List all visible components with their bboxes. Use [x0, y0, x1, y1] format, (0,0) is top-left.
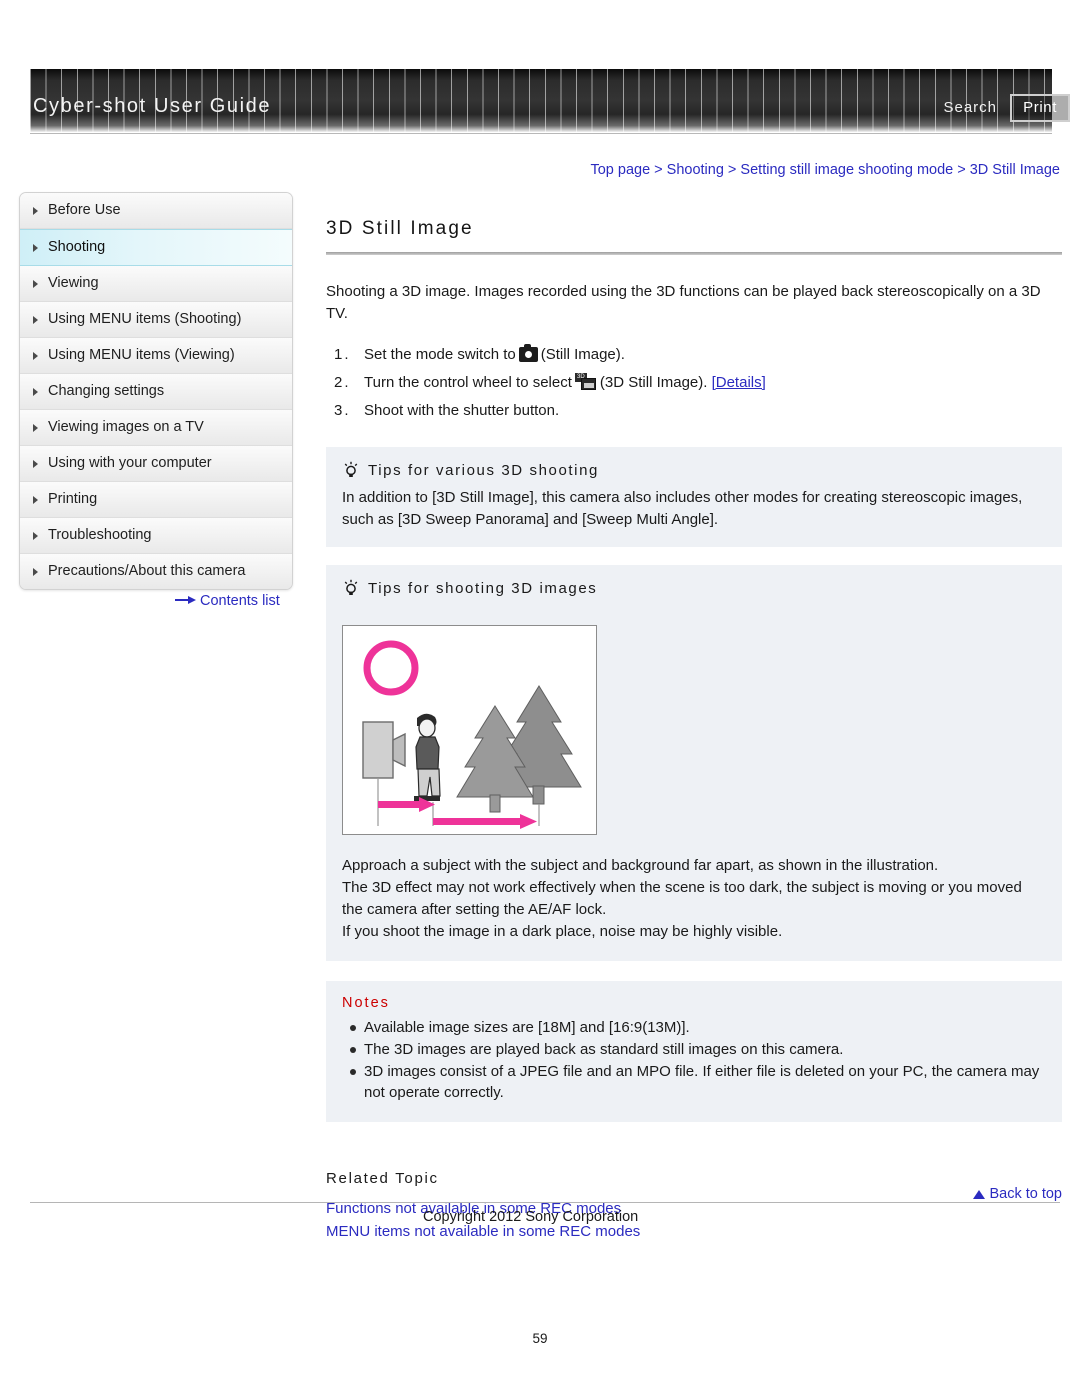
camera-icon	[518, 344, 538, 362]
step-item-3: 3. Shoot with the shutter button.	[326, 397, 1062, 425]
sidebar-item-label: Changing settings	[48, 383, 165, 399]
sidebar-item-changing-settings[interactable]: Changing settings	[20, 374, 292, 410]
step-item-2: 2. Turn the control wheel to select 3D (3D …	[326, 369, 1062, 397]
sidebar-item-label: Shooting	[48, 239, 106, 255]
contents-list-link[interactable]: Contents list	[175, 593, 280, 609]
print-button[interactable]: Print	[1010, 94, 1070, 122]
page-number: 59	[532, 1331, 548, 1346]
tips-panel-shooting-3d-images: Tips for shooting 3D images	[326, 565, 1062, 621]
main-content: 3D Still Image Shooting a 3D image. Imag…	[326, 200, 1062, 1243]
tips-panel-various-3d-shooting: Tips for various 3D shooting In addition…	[326, 447, 1062, 547]
sidebar-item-shooting[interactable]: Shooting	[20, 229, 292, 266]
copyright-text: Copyright 2012 Sony Corporation	[423, 1209, 639, 1225]
chevron-right-icon	[33, 243, 38, 252]
step-text-before: Turn the control wheel to select	[364, 374, 572, 391]
sidebar-item-before-use[interactable]: Before Use	[20, 193, 292, 229]
tips-heading: Tips for various 3D shooting	[342, 461, 1046, 479]
tips-body: In addition to [3D Still Image], this ca…	[342, 489, 1023, 528]
sidebar-item-label: Using MENU items (Viewing)	[48, 347, 235, 363]
sidebar-item-viewing-images-on-a-tv[interactable]: Viewing images on a TV	[20, 410, 292, 446]
chevron-right-icon	[33, 351, 38, 360]
chevron-right-icon	[33, 423, 38, 432]
arrow-right-icon	[175, 596, 197, 605]
lightbulb-icon	[342, 579, 360, 597]
intro-paragraph: Shooting a 3D image. Images recorded usi…	[326, 283, 1041, 322]
notes-panel: Notes Available image sizes are [18M] an…	[326, 981, 1062, 1122]
sidebar-item-label: Using MENU items (Shooting)	[48, 311, 242, 327]
sidebar-item-using-with-your-computer[interactable]: Using with your computer	[20, 446, 292, 482]
chevron-right-icon	[33, 387, 38, 396]
description-line: The 3D effect may not work effectively w…	[342, 879, 1022, 918]
chevron-right-icon	[33, 279, 38, 288]
sidebar-item-label: Before Use	[48, 202, 121, 218]
sidebar-item-printing[interactable]: Printing	[20, 482, 292, 518]
step-number: 2.	[334, 374, 351, 391]
page-title: 3D Still Image	[326, 218, 474, 239]
footer-divider	[30, 1202, 1060, 1203]
back-to-top-label: Back to top	[989, 1186, 1062, 1202]
chevron-right-icon	[33, 567, 38, 576]
chevron-right-icon	[33, 315, 38, 324]
header-underline	[30, 133, 1052, 134]
steps-list: 1. Set the mode switch to (Still Image). 2…	[326, 341, 1062, 425]
sidebar-item-label: Troubleshooting	[48, 527, 152, 543]
3d-shooting-illustration	[342, 625, 597, 835]
breadcrumb[interactable]: Top page > Shooting > Setting still imag…	[590, 162, 1060, 178]
note-item: The 3D images are played back as standar…	[350, 1039, 1046, 1060]
app-title: Cyber-shot User Guide	[33, 95, 272, 117]
description-line: Approach a subject with the subject and …	[342, 857, 939, 874]
title-divider	[326, 252, 1062, 255]
step-text-before: Set the mode switch to	[364, 346, 516, 363]
3d-still-image-icon: 3D	[574, 373, 597, 390]
back-to-top-link[interactable]: Back to top	[973, 1186, 1062, 1202]
illustration-container	[326, 621, 1062, 849]
step-text-after: (Still Image).	[540, 346, 625, 363]
tips-heading-label: Tips for shooting 3D images	[368, 579, 598, 597]
sidebar-item-label: Viewing	[48, 275, 99, 291]
description-line: If you shoot the image in a dark place, …	[342, 923, 783, 940]
sidebar-item-viewing[interactable]: Viewing	[20, 266, 292, 302]
triangle-up-icon	[973, 1190, 986, 1199]
lightbulb-icon	[342, 461, 360, 479]
step-number: 3.	[334, 402, 351, 419]
notes-list: Available image sizes are [18M] and [16:…	[342, 1017, 1046, 1103]
image-frame-icon	[580, 378, 596, 390]
note-item: 3D images consist of a JPEG file and an …	[350, 1061, 1046, 1103]
step-text-after: (3D Still Image).	[599, 374, 708, 391]
details-link[interactable]: [Details]	[712, 374, 766, 391]
notes-heading: Notes	[342, 995, 390, 1011]
sidebar-item-troubleshooting[interactable]: Troubleshooting	[20, 518, 292, 554]
related-topic-section: Related Topic Functions not available in…	[326, 1170, 1062, 1243]
related-topic-heading: Related Topic	[326, 1170, 439, 1187]
step-number: 1.	[334, 346, 351, 363]
sidebar-item-label: Precautions/About this camera	[48, 563, 246, 579]
step-text-before: Shoot with the shutter button.	[364, 402, 560, 419]
sidebar: Before Use Shooting Viewing Using MENU i…	[19, 192, 293, 590]
sidebar-item-using-menu-items-viewing[interactable]: Using MENU items (Viewing)	[20, 338, 292, 374]
sidebar-item-label: Printing	[48, 491, 98, 507]
note-item: Available image sizes are [18M] and [16:…	[350, 1017, 1046, 1038]
chevron-right-icon	[33, 495, 38, 504]
chevron-right-icon	[33, 459, 38, 468]
tips-heading-label: Tips for various 3D shooting	[368, 461, 599, 479]
search-button[interactable]: Search	[943, 99, 997, 116]
chevron-right-icon	[33, 531, 38, 540]
sidebar-item-label: Viewing images on a TV	[48, 419, 204, 435]
chevron-right-icon	[33, 206, 38, 215]
illustration-description: Approach a subject with the subject and …	[326, 849, 1062, 961]
tips-heading: Tips for shooting 3D images	[342, 579, 1046, 597]
contents-list-label: Contents list	[200, 593, 280, 609]
sidebar-item-using-menu-items-shooting[interactable]: Using MENU items (Shooting)	[20, 302, 292, 338]
sidebar-item-label: Using with your computer	[48, 455, 212, 471]
sidebar-item-precautions-about-this-camera[interactable]: Precautions/About this camera	[20, 554, 292, 589]
step-item-1: 1. Set the mode switch to (Still Image).	[326, 341, 1062, 369]
